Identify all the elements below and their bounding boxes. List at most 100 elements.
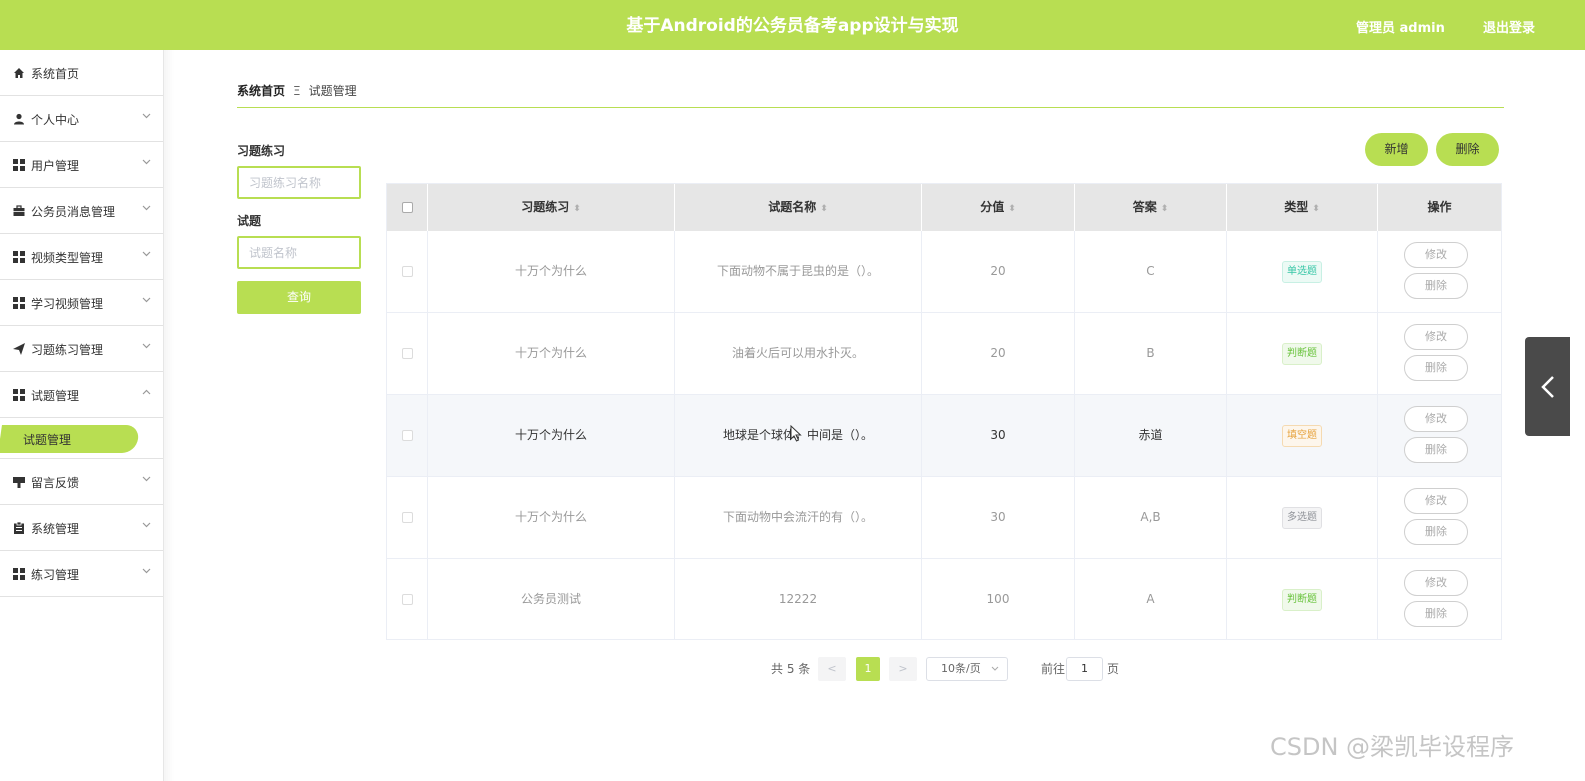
delete-button[interactable]: 删除 (1404, 273, 1468, 299)
current-user: 管理员 admin (1356, 21, 1445, 36)
chevron-down-icon (142, 521, 151, 531)
page-suffix-label: 页 (1107, 662, 1120, 676)
sidebar-item-feedback[interactable]: 留言反馈 (0, 459, 163, 505)
sort-icon[interactable]: ⬍ (1312, 204, 1320, 214)
sidebar-item-label: 习题练习管理 (31, 343, 104, 357)
edit-button[interactable]: 修改 (1404, 324, 1468, 350)
cell-type: 多选题 (1227, 477, 1378, 558)
row-checkbox[interactable] (402, 430, 413, 441)
cell-exercise: 十万个为什么 (428, 395, 675, 476)
breadcrumb-separator: Ξ (293, 84, 301, 98)
cell-question: 12222 (675, 559, 922, 640)
page-size-value: 10条/页 (941, 662, 981, 675)
delete-button[interactable]: 删除 (1404, 601, 1468, 627)
table-header: 习题练习 ⬍ 试题名称 ⬍ 分值 ⬍ 答案 ⬍ 类型 ⬍ 操作 (387, 184, 1501, 231)
type-badge: 判断题 (1282, 342, 1322, 365)
row-select-cell (387, 559, 428, 640)
sidebar-item-questions[interactable]: 试题管理 (0, 372, 163, 418)
cell-question: 下面动物中会流汗的有（）。 (675, 477, 922, 558)
batch-delete-button[interactable]: 删除 (1436, 133, 1499, 166)
sidebar-subitem-questions[interactable]: 试题管理 (0, 418, 163, 459)
grid-icon (13, 297, 25, 309)
cell-answer: B (1075, 313, 1227, 394)
cell-question: 下面动物不属于昆虫的是（）。 (675, 231, 922, 312)
column-header-label: 试题名称 (768, 200, 817, 214)
edit-button[interactable]: 修改 (1404, 570, 1468, 596)
add-button[interactable]: 新增 (1365, 133, 1428, 166)
cell-exercise: 十万个为什么 (428, 313, 675, 394)
column-header-label: 分值 (980, 200, 1005, 214)
column-header-score[interactable]: 分值 ⬍ (922, 184, 1075, 231)
sidebar-item-users[interactable]: 用户管理 (0, 142, 163, 188)
sidebar-item-label: 公务员消息管理 (31, 205, 116, 219)
sort-icon[interactable]: ⬍ (573, 204, 581, 214)
column-header-question[interactable]: 试题名称 ⬍ (675, 184, 922, 231)
grid-icon (13, 251, 25, 263)
column-header-actions: 操作 (1378, 184, 1501, 231)
sidebar-shadow (164, 50, 174, 781)
column-header-answer[interactable]: 答案 ⬍ (1075, 184, 1227, 231)
select-all-checkbox[interactable] (402, 202, 413, 213)
row-checkbox[interactable] (402, 594, 413, 605)
sidebar-item-video-types[interactable]: 视频类型管理 (0, 234, 163, 280)
sidebar-item-home[interactable]: 系统首页 (0, 50, 163, 96)
column-header-exercise[interactable]: 习题练习 ⬍ (428, 184, 675, 231)
delete-button[interactable]: 删除 (1404, 355, 1468, 381)
cell-exercise: 十万个为什么 (428, 477, 675, 558)
delete-button[interactable]: 删除 (1404, 437, 1468, 463)
sidebar-item-practice[interactable]: 练习管理 (0, 551, 163, 597)
sidebar-item-system[interactable]: 系统管理 (0, 505, 163, 551)
next-page-button[interactable]: > (889, 657, 917, 681)
column-header-type[interactable]: 类型 ⬍ (1227, 184, 1378, 231)
question-search-input[interactable] (237, 236, 361, 269)
sort-icon[interactable]: ⬍ (1008, 204, 1016, 214)
questions-table: 习题练习 ⬍ 试题名称 ⬍ 分值 ⬍ 答案 ⬍ 类型 ⬍ 操作 十万个为什么 下面动物不属… (386, 183, 1502, 640)
query-button[interactable]: 查询 (237, 281, 361, 314)
cell-type: 单选题 (1227, 231, 1378, 312)
sidebar-item-exercises[interactable]: 习题练习管理 (0, 326, 163, 372)
cell-exercise: 十万个为什么 (428, 231, 675, 312)
edit-button[interactable]: 修改 (1404, 488, 1468, 514)
row-checkbox[interactable] (402, 266, 413, 277)
edit-button[interactable]: 修改 (1404, 242, 1468, 268)
delete-button[interactable]: 删除 (1404, 519, 1468, 545)
page-number-button[interactable]: 1 (856, 657, 880, 681)
sidebar-item-label: 个人中心 (31, 113, 80, 127)
table-row: 十万个为什么 下面动物不属于昆虫的是（）。 20 C 单选题 修改 删除 (387, 231, 1501, 313)
cell-type: 填空题 (1227, 395, 1378, 476)
exercise-search-input[interactable] (237, 166, 361, 199)
sidebar-item-profile[interactable]: 个人中心 (0, 96, 163, 142)
sort-icon[interactable]: ⬍ (1161, 204, 1169, 214)
sidebar-item-civil-news[interactable]: 公务员消息管理 (0, 188, 163, 234)
row-select-cell (387, 313, 428, 394)
logout-link[interactable]: 退出登录 (1483, 17, 1535, 36)
sort-icon[interactable]: ⬍ (820, 204, 828, 214)
sidebar-item-label: 系统管理 (31, 522, 80, 536)
sidebar-item-label: 学习视频管理 (31, 297, 104, 311)
cell-score: 100 (922, 559, 1075, 640)
table-row: 公务员测试 12222 100 A 判断题 修改 删除 (387, 559, 1501, 641)
chevron-down-icon (142, 158, 151, 168)
type-badge: 判断题 (1282, 588, 1322, 611)
table-row: 十万个为什么 地球是个球体，中间是（）。 30 赤道 填空题 修改 删除 (387, 395, 1501, 477)
chevron-down-icon (142, 567, 151, 577)
prev-page-button[interactable]: < (818, 657, 846, 681)
row-checkbox[interactable] (402, 348, 413, 359)
chevron-down-icon (142, 250, 151, 260)
chevron-up-icon (142, 388, 151, 398)
goto-page-input[interactable]: 1 (1066, 657, 1103, 681)
select-all-cell (387, 184, 428, 231)
column-header-label: 习题练习 (521, 200, 570, 214)
row-select-cell (387, 395, 428, 476)
cell-answer: C (1075, 231, 1227, 312)
side-drawer-toggle[interactable] (1525, 337, 1570, 436)
row-checkbox[interactable] (402, 512, 413, 523)
sidebar-item-study-videos[interactable]: 学习视频管理 (0, 280, 163, 326)
sidebar-subitem-label: 试题管理 (23, 433, 72, 447)
page-size-select[interactable]: 10条/页 (926, 657, 1008, 681)
breadcrumb-current: 试题管理 (308, 84, 357, 98)
sidebar: 系统首页 个人中心 用户管理 公务员消息管理 视频类型管理 学习视频管理 习题练… (0, 50, 164, 781)
edit-button[interactable]: 修改 (1404, 406, 1468, 432)
chevron-down-icon (142, 475, 151, 485)
breadcrumb-home[interactable]: 系统首页 (237, 84, 285, 98)
